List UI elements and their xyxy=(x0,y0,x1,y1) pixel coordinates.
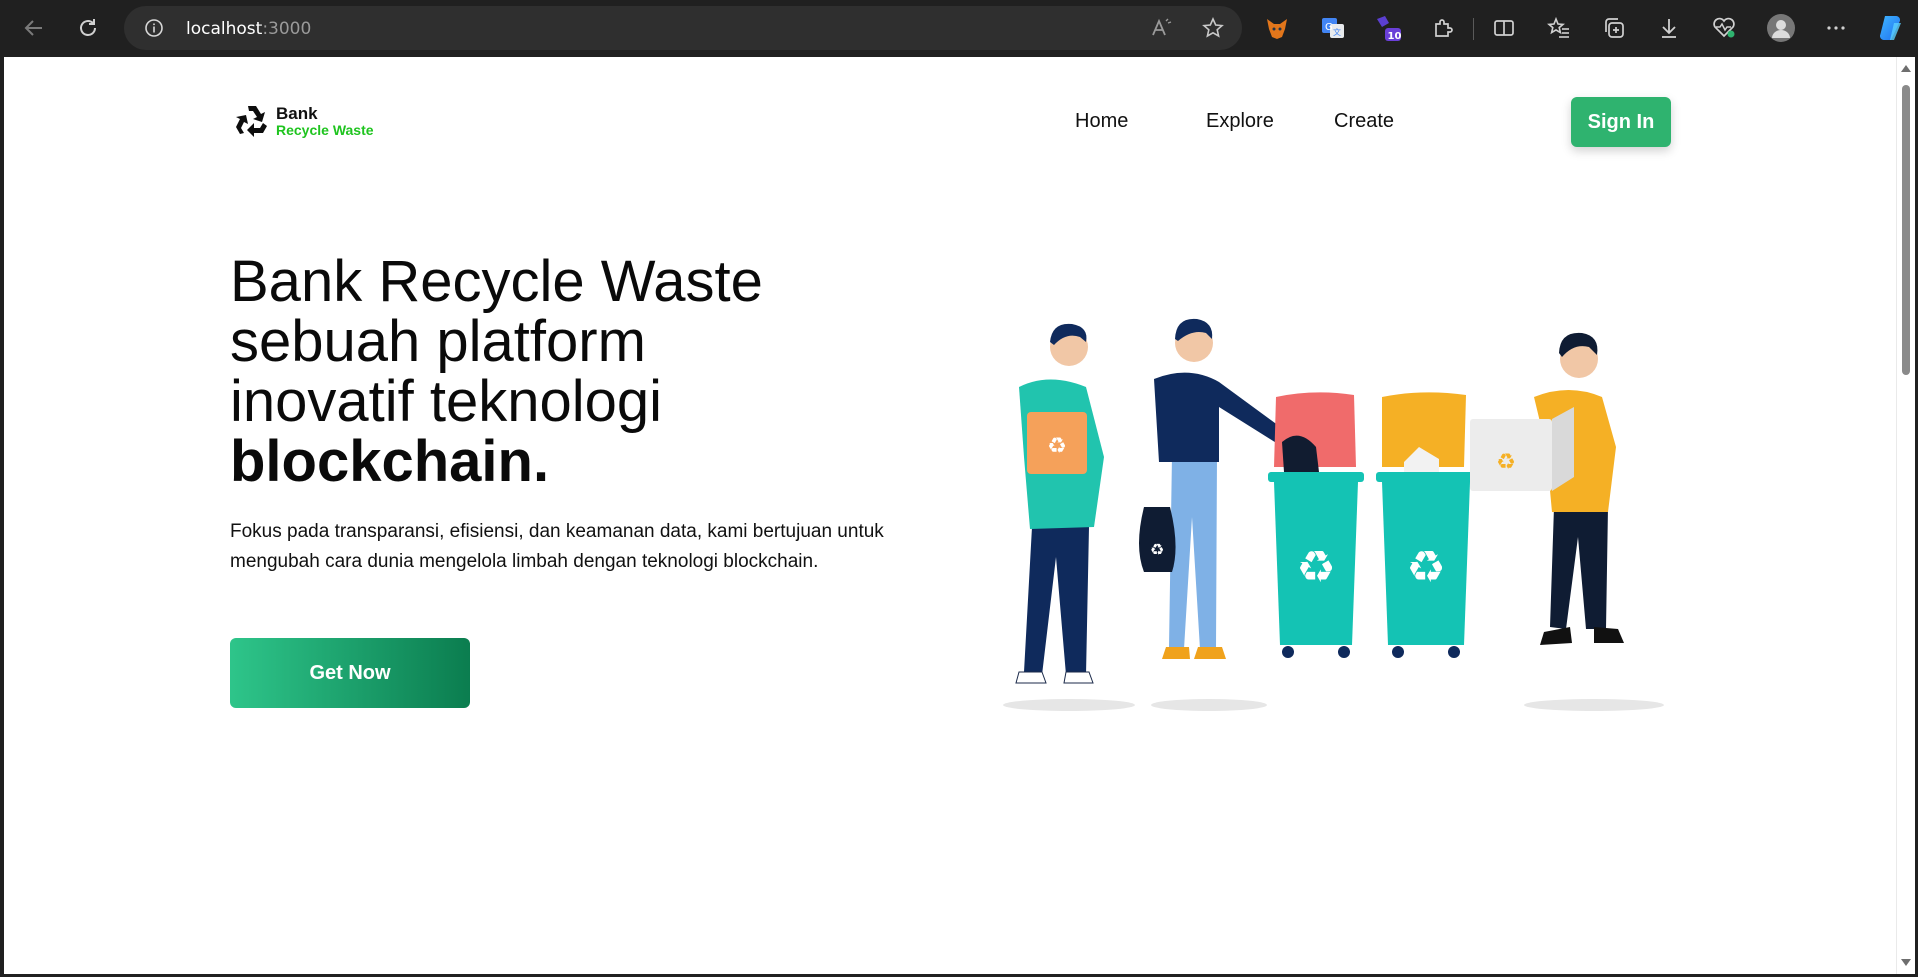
svg-text:♻: ♻ xyxy=(1296,542,1335,593)
page-viewport: Bank Recycle Waste Home Explore Create S… xyxy=(4,57,1896,974)
scrollbar-thumb[interactable] xyxy=(1902,85,1910,375)
recycle-logo-icon xyxy=(236,106,267,137)
calendar-extension-icon[interactable]: 10 xyxy=(1373,13,1403,43)
hero-subtitle: Fokus pada transparansi, efisiensi, dan … xyxy=(230,521,884,572)
translate-extension-icon[interactable]: G文 xyxy=(1318,13,1348,43)
url-host: localhost xyxy=(186,19,263,39)
nav-home[interactable]: Home xyxy=(1075,110,1128,133)
collections-icon[interactable] xyxy=(1599,13,1629,43)
sign-in-button[interactable]: Sign In xyxy=(1571,97,1671,147)
refresh-icon[interactable] xyxy=(72,12,104,44)
svg-text:♻: ♻ xyxy=(1406,542,1445,593)
back-icon[interactable] xyxy=(18,12,50,44)
nav-create[interactable]: Create xyxy=(1334,110,1394,133)
logo-title: Bank xyxy=(276,104,318,123)
health-icon[interactable] xyxy=(1709,13,1739,43)
hero-title-bold: blockchain. xyxy=(230,429,550,494)
more-icon[interactable] xyxy=(1821,13,1851,43)
nav-explore[interactable]: Explore xyxy=(1206,110,1274,133)
downloads-icon[interactable] xyxy=(1654,13,1684,43)
read-aloud-icon[interactable] xyxy=(1150,17,1172,44)
site-logo[interactable]: Bank Recycle Waste xyxy=(232,102,374,142)
profile-avatar-icon[interactable] xyxy=(1766,13,1796,43)
split-screen-icon[interactable] xyxy=(1489,13,1519,43)
person-with-box: ♻ xyxy=(1015,323,1104,684)
extensions-puzzle-icon[interactable] xyxy=(1428,13,1458,43)
address-bar[interactable]: localhost:3000 xyxy=(124,6,1242,50)
url-port: :3000 xyxy=(262,19,312,39)
hero-title-line: sebuah platform xyxy=(230,309,646,374)
favorite-star-icon[interactable] xyxy=(1202,17,1224,44)
svg-text:G: G xyxy=(1325,22,1333,33)
svg-text:♻: ♻ xyxy=(1150,540,1164,559)
favorites-icon[interactable] xyxy=(1544,13,1574,43)
person-with-bag: ♻ xyxy=(1139,318,1294,659)
copilot-icon[interactable] xyxy=(1876,13,1906,43)
scroll-up-icon[interactable] xyxy=(1901,65,1911,72)
svg-text:文: 文 xyxy=(1333,27,1341,37)
hero-title: Bank Recycle Waste sebuah platform inova… xyxy=(230,252,950,492)
browser-toolbar: localhost:3000 G文 10 xyxy=(0,0,1918,57)
url-text[interactable]: localhost:3000 xyxy=(186,19,311,39)
page-scrollbar[interactable] xyxy=(1896,57,1915,974)
logo-subtitle: Recycle Waste xyxy=(276,122,374,138)
svg-text:♻: ♻ xyxy=(1047,434,1067,459)
svg-text:♻: ♻ xyxy=(1496,450,1516,475)
hero-title-line: Bank Recycle Waste xyxy=(230,249,763,314)
person-with-box-right: ♻ xyxy=(1470,332,1624,645)
recycle-bin-left: ♻ xyxy=(1268,392,1364,658)
fox-extension-icon[interactable] xyxy=(1262,13,1292,43)
get-now-button[interactable]: Get Now xyxy=(230,638,470,708)
scroll-down-icon[interactable] xyxy=(1901,959,1911,966)
recycle-bin-right: ♻ xyxy=(1376,392,1476,658)
info-icon[interactable] xyxy=(144,18,164,43)
extension-badge: 10 xyxy=(1388,31,1402,42)
recycling-illustration: ♻ ♻ ♻ ♻ ♻ xyxy=(1003,318,1664,711)
toolbar-divider xyxy=(1473,18,1474,40)
hero-title-line: inovatif teknologi xyxy=(230,369,663,434)
